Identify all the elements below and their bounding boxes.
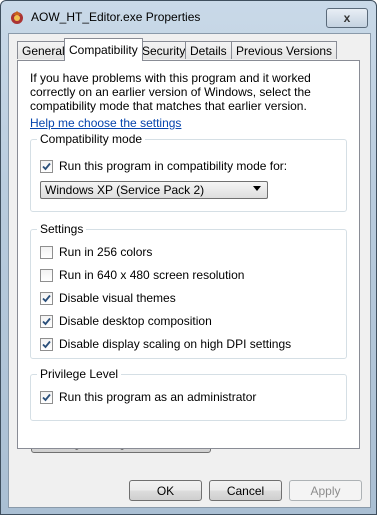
settings-group: Settings Run in 256 colors Run in 640 x … [30,222,347,359]
close-button[interactable]: x [326,8,368,28]
settings-item-label: Disable display scaling on high DPI sett… [59,337,292,351]
apply-button[interactable]: Apply [289,480,362,501]
title-bar[interactable]: AOW_HT_Editor.exe Properties x [1,1,376,33]
settings-item-label: Disable visual themes [59,291,176,305]
checkmark-icon [42,317,51,325]
compat-mode-select[interactable]: Windows XP (Service Pack 2) [40,181,268,199]
settings-item-desktop-composition[interactable]: Disable desktop composition [40,314,212,328]
tab-compatibility[interactable]: Compatibility [64,38,143,61]
window-title: AOW_HT_Editor.exe Properties [31,10,201,24]
settings-checkbox[interactable] [40,268,53,282]
chevron-down-icon [253,186,261,191]
checkmark-icon [42,294,51,302]
settings-item-label: Run in 640 x 480 screen resolution [59,268,245,282]
settings-checkbox[interactable] [40,314,53,328]
tab-security[interactable]: Security [137,41,191,59]
compat-mode-checkbox-row[interactable]: Run this program in compatibility mode f… [40,159,287,173]
compatibility-mode-label: Compatibility mode [37,132,146,146]
run-as-admin-label: Run this program as an administrator [59,390,257,404]
help-link[interactable]: Help me choose the settings [30,116,181,130]
close-icon: x [343,11,351,25]
settings-item-dpi-scaling[interactable]: Disable display scaling on high DPI sett… [40,337,291,351]
properties-window: AOW_HT_Editor.exe Properties x General C… [0,0,377,515]
dialog-client: General Compatibility Security Details P… [8,33,371,508]
settings-item-visual-themes[interactable]: Disable visual themes [40,291,176,305]
tab-details[interactable]: Details [185,41,232,59]
compat-mode-checkbox-label: Run this program in compatibility mode f… [59,159,288,173]
settings-group-label: Settings [37,222,87,236]
privilege-level-label: Privilege Level [37,367,122,381]
settings-item-640x480[interactable]: Run in 640 x 480 screen resolution [40,268,244,282]
settings-checkbox[interactable] [40,291,53,305]
ok-button[interactable]: OK [129,480,202,501]
tab-general[interactable]: General [17,41,70,59]
compatibility-mode-group: Compatibility mode Run this program in c… [30,132,347,212]
compatibility-panel: If you have problems with this program a… [17,60,360,449]
settings-checkbox[interactable] [40,337,53,351]
compat-mode-checkbox[interactable] [40,159,53,173]
settings-checkbox[interactable] [40,245,53,259]
intro-text: If you have problems with this program a… [30,71,311,113]
run-as-admin-row[interactable]: Run this program as an administrator [40,390,256,404]
settings-item-256-colors[interactable]: Run in 256 colors [40,245,152,259]
checkmark-icon [42,162,51,170]
settings-item-label: Run in 256 colors [59,245,153,259]
app-icon [11,11,23,24]
tab-previous-versions[interactable]: Previous Versions [231,41,338,59]
run-as-admin-checkbox[interactable] [40,390,53,404]
settings-item-label: Disable desktop composition [59,314,212,328]
compat-mode-selected-value: Windows XP (Service Pack 2) [45,183,205,197]
checkmark-icon [42,340,51,348]
privilege-level-group: Privilege Level Run this program as an a… [30,367,347,421]
cancel-button[interactable]: Cancel [209,480,282,501]
checkmark-icon [42,393,51,401]
